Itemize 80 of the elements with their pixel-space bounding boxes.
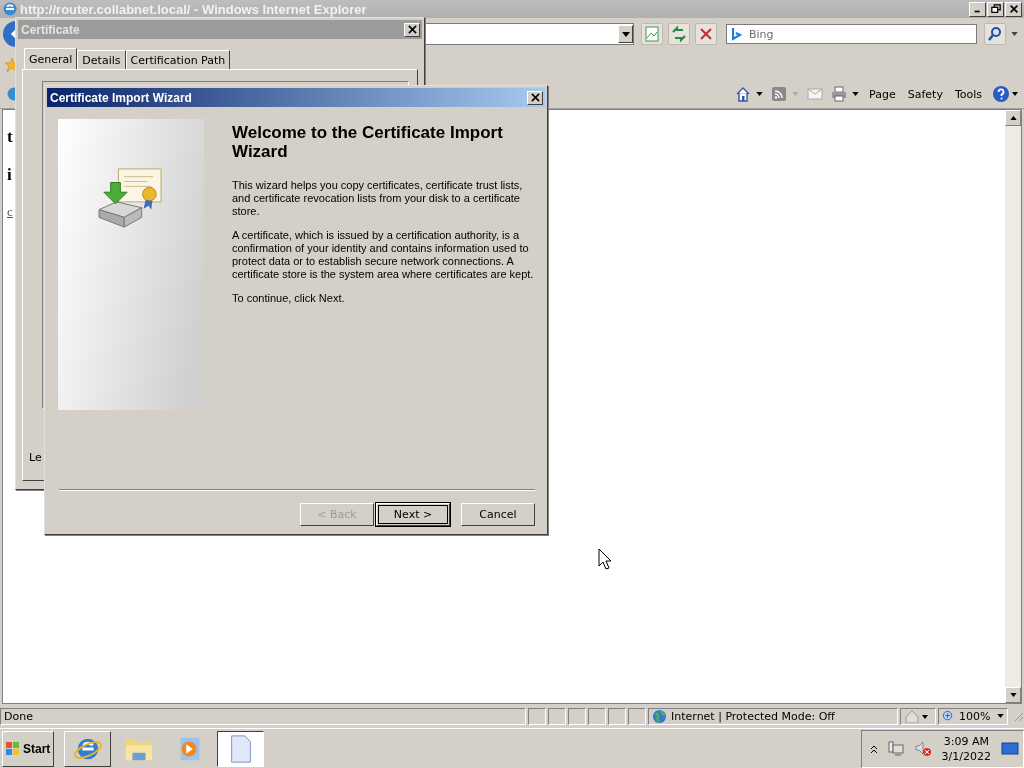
content-hyperlink[interactable]: c	[7, 204, 13, 220]
volume-muted-icon[interactable]	[913, 741, 932, 757]
feeds-icon[interactable]	[771, 86, 788, 102]
close-icon	[1008, 4, 1019, 14]
tab[interactable]: General	[24, 48, 78, 70]
zoom-control[interactable]: 100%	[938, 707, 1008, 725]
wizard-heading: Welcome to the Certificate Import Wizard	[232, 123, 504, 161]
wizard-paragraph: A certificate, which is issued by a certification authority, is a confirmation of your identity and contains information used to protect data or to establish secure network connections. A certificate store is the system area where certificates are kept.	[232, 229, 535, 281]
caret-icon[interactable]	[852, 92, 860, 96]
label-text: Le	[29, 451, 42, 464]
caret-icon	[997, 714, 1004, 718]
dialog-title: Certificate	[21, 22, 80, 37]
restore-button[interactable]	[987, 1, 1004, 17]
tab[interactable]: Details	[77, 50, 126, 69]
command-menu[interactable]: Tools	[952, 87, 984, 101]
command-menu[interactable]: Page	[867, 87, 898, 101]
window-title: http://router.collabnet.local/ - Windows Internet Explorer	[20, 1, 367, 17]
wizard-button[interactable]: Next >	[376, 503, 450, 526]
stop-icon	[698, 26, 714, 42]
status-pane	[528, 707, 546, 725]
network-icon[interactable]	[887, 741, 904, 757]
down-arrow-icon	[1009, 693, 1017, 697]
refresh-button[interactable]	[668, 23, 690, 45]
browser-taskbar-button[interactable]	[64, 731, 111, 767]
start-button[interactable]: Start	[2, 731, 54, 767]
zoom-icon	[942, 709, 955, 723]
status-pane	[628, 707, 646, 725]
page-heading: t	[7, 128, 13, 146]
search-field[interactable]: Bing	[726, 24, 977, 44]
home-icon[interactable]	[735, 86, 752, 102]
caret-icon	[621, 31, 630, 37]
chevron-up-icon[interactable]	[869, 744, 878, 754]
windows-logo-icon	[5, 741, 21, 757]
caret-icon[interactable]	[756, 92, 764, 96]
caret-icon[interactable]	[1011, 32, 1018, 36]
print-icon[interactable]	[831, 86, 848, 102]
page-chart-icon	[644, 26, 660, 42]
wizard-button[interactable]: Cancel	[461, 503, 535, 526]
scroll-up-button[interactable]	[1005, 110, 1021, 126]
status-text: Done	[0, 707, 526, 725]
zone-text: Internet | Protected Mode: Off	[671, 709, 835, 723]
clock-time: 3:09 AM	[943, 734, 989, 749]
help-icon[interactable]	[992, 85, 1018, 103]
wizard-paragraph: This wizard helps you copy certificates, certificate trust lists, and certificate revocation lists from your disk to a certificate store.	[232, 179, 524, 218]
stop-button[interactable]	[695, 23, 717, 45]
clock-date: 3/1/2022	[941, 749, 991, 764]
status-pane	[588, 707, 606, 725]
refresh-icon	[671, 26, 687, 42]
restore-icon	[990, 4, 1001, 14]
dialog-title: Certificate Import Wizard	[50, 90, 192, 105]
search-button[interactable]	[984, 23, 1006, 45]
security-zone[interactable]: Internet | Protected Mode: Off	[648, 707, 898, 725]
show-desktop-icon[interactable]	[1001, 742, 1019, 756]
status-pane	[608, 707, 626, 725]
globe-e-icon	[2, 1, 18, 17]
house-caret-icon	[904, 709, 928, 723]
status-pane	[548, 707, 566, 725]
resize-grip-icon[interactable]	[1012, 710, 1024, 722]
clock[interactable]: 3:09 AM 3/1/2022	[941, 734, 991, 764]
protected-mode-button[interactable]	[900, 707, 936, 725]
tab[interactable]: Certification Path	[125, 50, 231, 69]
mouse-pointer-icon	[598, 548, 612, 570]
minimize-button[interactable]	[969, 1, 986, 17]
command-menu[interactable]: Safety	[905, 87, 945, 101]
close-button[interactable]	[527, 90, 543, 105]
certificate-import-drawing	[97, 167, 165, 229]
globe-icon	[652, 708, 667, 724]
scroll-down-button[interactable]	[1005, 687, 1021, 703]
document-taskbar-button[interactable]	[217, 731, 264, 767]
page-heading: i	[7, 166, 12, 184]
status-pane	[568, 707, 586, 725]
wizard-paragraph: To continue, click Next.	[232, 292, 346, 305]
close-button[interactable]	[1005, 1, 1022, 17]
close-icon	[407, 25, 417, 34]
search-provider-icon	[732, 28, 742, 42]
close-icon	[530, 93, 540, 102]
scrollbar[interactable]	[1005, 110, 1021, 703]
dropdown-button[interactable]	[618, 25, 633, 43]
up-arrow-icon	[1009, 116, 1017, 120]
search-icon	[987, 26, 1003, 42]
